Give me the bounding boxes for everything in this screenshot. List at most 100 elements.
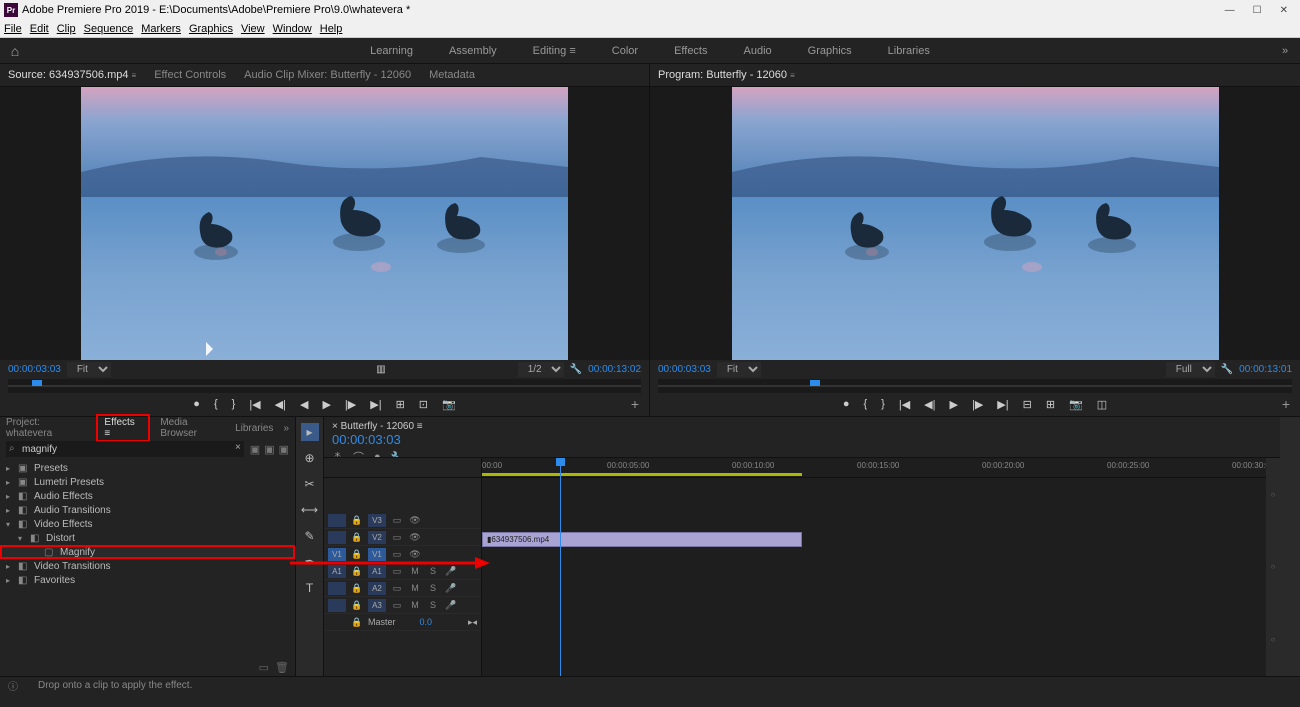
- effects-tree-item[interactable]: ▸▣Lumetri Presets: [0, 475, 295, 489]
- mark-in-icon[interactable]: {: [214, 398, 218, 410]
- slip-tool[interactable]: ✎: [301, 527, 319, 545]
- video-track-header[interactable]: V1🔒V1▭👁: [324, 546, 481, 563]
- effects-tree-item[interactable]: ▸◧Video Transitions: [0, 559, 295, 573]
- tab-project[interactable]: Project: whatevera: [6, 417, 86, 439]
- export-frame-icon[interactable]: 📷: [442, 398, 456, 411]
- workspace-editing[interactable]: Editing ≡: [533, 45, 576, 57]
- source-zoom-select[interactable]: 1/2: [518, 362, 564, 377]
- effects-tree-item[interactable]: ▾◧Video Effects: [0, 517, 295, 531]
- step-forward-icon[interactable]: |▶: [345, 398, 356, 411]
- timeline-clip[interactable]: ▮ 634937506.mp4: [482, 532, 802, 547]
- selection-tool[interactable]: ▸: [301, 423, 319, 441]
- menu-help[interactable]: Help: [320, 23, 343, 35]
- menu-file[interactable]: File: [4, 23, 22, 35]
- track-select-tool[interactable]: ⊕: [301, 449, 319, 467]
- accelerated-fx-icon[interactable]: ▣: [250, 443, 260, 456]
- menu-markers[interactable]: Markers: [141, 23, 181, 35]
- close-button[interactable]: ✕: [1280, 5, 1288, 16]
- video-track-header[interactable]: 🔒V3▭👁: [324, 512, 481, 529]
- button-editor-icon[interactable]: +: [631, 396, 639, 412]
- timeline-zoom-scrollers[interactable]: ○○○: [1266, 458, 1280, 676]
- 32bit-fx-icon[interactable]: ▣: [264, 443, 274, 456]
- pg-go-to-out-icon[interactable]: ▶|: [997, 398, 1008, 411]
- effects-search-input[interactable]: [6, 441, 244, 457]
- effects-tree-item[interactable]: ▸▣Presets: [0, 461, 295, 475]
- effects-tree-item[interactable]: ▸◧Audio Transitions: [0, 503, 295, 517]
- workspace-assembly[interactable]: Assembly: [449, 45, 497, 57]
- workspace-learning[interactable]: Learning: [370, 45, 413, 57]
- pg-step-forward-icon[interactable]: |▶: [972, 398, 983, 411]
- razor-tool[interactable]: ⟷: [301, 501, 319, 519]
- timeline-ruler[interactable]: 00:0000:00:05:0000:00:10:0000:00:15:0000…: [482, 458, 1266, 478]
- tab-effects[interactable]: Effects ≡: [96, 414, 150, 442]
- program-timecode[interactable]: 00:00:03:03: [658, 364, 711, 375]
- program-fit-select[interactable]: Fit: [717, 362, 761, 377]
- pg-mark-in-icon[interactable]: {: [863, 398, 867, 410]
- tab-audio-clip-mixer[interactable]: Audio Clip Mixer: Butterfly - 12060: [244, 69, 411, 81]
- audio-track-header[interactable]: 🔒A3▭MS🎤: [324, 597, 481, 614]
- play-reverse-icon[interactable]: ◀: [300, 398, 308, 411]
- ripple-edit-tool[interactable]: ✂: [301, 475, 319, 493]
- delete-icon[interactable]: 🗑: [275, 661, 289, 674]
- program-zoom-select[interactable]: Full: [1166, 362, 1215, 377]
- effects-tree-item[interactable]: ▾◧Distort: [0, 531, 295, 545]
- clear-search-icon[interactable]: ×: [235, 442, 241, 453]
- workspace-color[interactable]: Color: [612, 45, 638, 57]
- pg-step-back-icon[interactable]: ◀|: [924, 398, 935, 411]
- source-fit-select[interactable]: Fit: [67, 362, 111, 377]
- pg-button-editor-icon[interactable]: +: [1282, 396, 1290, 412]
- program-scrubber[interactable]: [658, 379, 1292, 392]
- audio-track-header[interactable]: A1🔒A1▭MS🎤: [324, 563, 481, 580]
- tab-source[interactable]: Source: 634937506.mp4 ≡: [8, 69, 136, 81]
- menu-clip[interactable]: Clip: [57, 23, 76, 35]
- effects-tree-item[interactable]: ▸◧Audio Effects: [0, 489, 295, 503]
- pg-add-marker-icon[interactable]: ●: [843, 398, 850, 410]
- home-button[interactable]: ⌂: [0, 43, 30, 59]
- go-to-out-icon[interactable]: ▶|: [370, 398, 381, 411]
- overwrite-icon[interactable]: ⊡: [419, 398, 428, 411]
- workspace-effects[interactable]: Effects: [674, 45, 707, 57]
- video-track-header[interactable]: 🔒V2▭👁: [324, 529, 481, 546]
- new-bin-icon[interactable]: ▭: [259, 661, 269, 674]
- pg-comparison-icon[interactable]: ◫: [1097, 398, 1107, 411]
- pen-tool[interactable]: ✒: [301, 553, 319, 571]
- step-back-icon[interactable]: ◀|: [275, 398, 286, 411]
- menu-sequence[interactable]: Sequence: [84, 23, 134, 35]
- panel-overflow-icon[interactable]: »: [283, 423, 289, 434]
- tracks-area[interactable]: 00:0000:00:05:0000:00:10:0000:00:15:0000…: [482, 458, 1266, 676]
- workspace-libraries[interactable]: Libraries: [888, 45, 930, 57]
- pg-lift-icon[interactable]: ⊟: [1023, 398, 1032, 411]
- source-viewer[interactable]: [0, 87, 649, 360]
- source-timecode[interactable]: 00:00:03:03: [8, 364, 61, 375]
- maximize-button[interactable]: ☐: [1253, 5, 1262, 16]
- insert-icon[interactable]: ⊞: [396, 398, 405, 411]
- pg-mark-out-icon[interactable]: }: [881, 398, 885, 410]
- minimize-button[interactable]: —: [1225, 5, 1235, 16]
- source-safe-margins-icon[interactable]: ▥: [376, 364, 385, 375]
- workspace-graphics[interactable]: Graphics: [808, 45, 852, 57]
- workspace-overflow-icon[interactable]: »: [1270, 45, 1300, 57]
- menu-edit[interactable]: Edit: [30, 23, 49, 35]
- tab-metadata[interactable]: Metadata: [429, 69, 475, 81]
- tab-effect-controls[interactable]: Effect Controls: [154, 69, 226, 81]
- audio-track-header[interactable]: 🔒A2▭MS🎤: [324, 580, 481, 597]
- go-to-in-icon[interactable]: |◀: [249, 398, 260, 411]
- mark-out-icon[interactable]: }: [232, 398, 236, 410]
- menu-view[interactable]: View: [241, 23, 265, 35]
- source-scrubber[interactable]: [8, 379, 641, 392]
- pg-go-to-in-icon[interactable]: |◀: [899, 398, 910, 411]
- type-tool[interactable]: T: [301, 579, 319, 597]
- program-viewer[interactable]: [650, 87, 1300, 360]
- timeline-playhead[interactable]: [560, 458, 561, 676]
- timeline-timecode[interactable]: 00:00:03:03: [332, 432, 401, 447]
- add-marker-icon[interactable]: ●: [193, 398, 200, 410]
- tab-libraries[interactable]: Libraries: [235, 423, 273, 434]
- effects-tree-item[interactable]: ▸◧Favorites: [0, 573, 295, 587]
- effects-tree-item[interactable]: ▢Magnify: [0, 545, 295, 559]
- tab-program[interactable]: Program: Butterfly - 12060 ≡: [658, 69, 795, 81]
- workspace-audio[interactable]: Audio: [744, 45, 772, 57]
- play-icon[interactable]: ▶: [322, 398, 330, 411]
- menu-window[interactable]: Window: [273, 23, 312, 35]
- source-settings-icon[interactable]: 🔧: [570, 364, 582, 375]
- tab-media-browser[interactable]: Media Browser: [160, 417, 225, 439]
